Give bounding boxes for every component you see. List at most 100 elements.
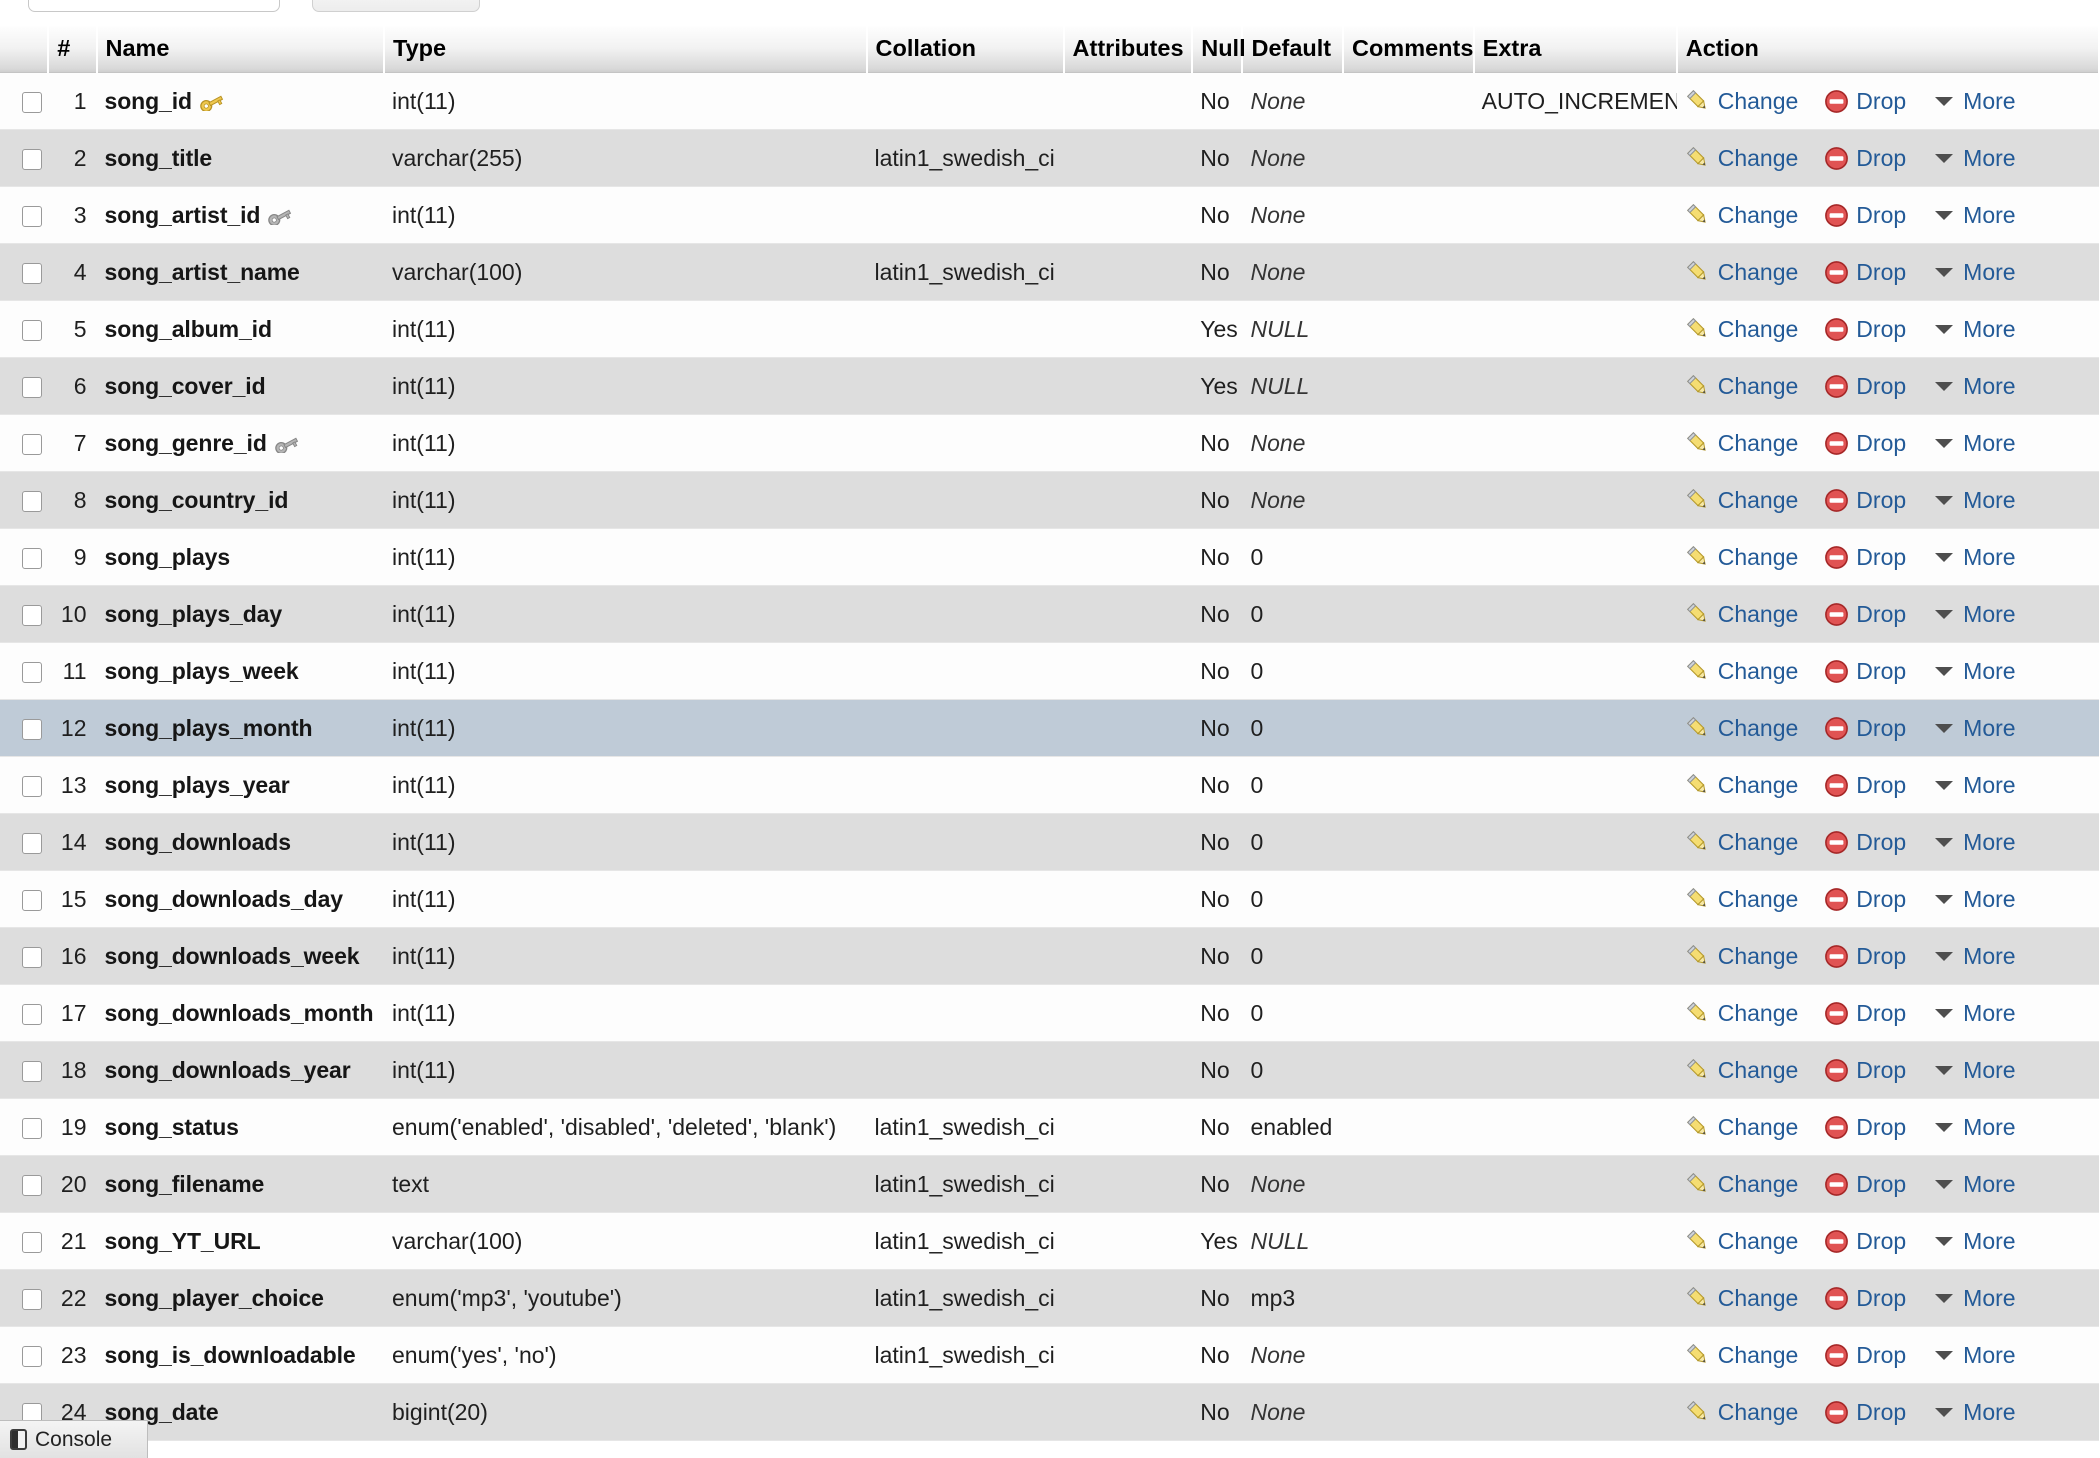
row-checkbox[interactable] (22, 889, 43, 911)
drop-link[interactable]: Drop (1824, 715, 1906, 742)
console-bar[interactable]: Console (0, 1420, 148, 1458)
row-checkbox-cell[interactable] (0, 927, 49, 985)
table-row[interactable]: 13 song_plays_year int(11) No 0 Change Drop Mor… (0, 756, 2099, 814)
drop-link[interactable]: Drop (1824, 544, 1906, 571)
more-link[interactable]: More (1932, 1342, 2016, 1369)
row-checkbox[interactable] (22, 1117, 43, 1139)
change-link[interactable]: Change (1685, 829, 1798, 856)
more-link[interactable]: More (1932, 88, 2016, 115)
table-row[interactable]: 11 song_plays_week int(11) No 0 Change Drop Mor… (0, 642, 2099, 700)
structure-table-scroll[interactable]: # Name Type Collation Attributes Null De… (0, 26, 2100, 1458)
table-row[interactable]: 23 song_is_downloadable enum('yes', 'no') l… (0, 1326, 2099, 1384)
row-checkbox[interactable] (22, 1060, 43, 1082)
header-attributes[interactable]: Attributes (1063, 26, 1194, 73)
header-name[interactable]: Name (96, 26, 385, 73)
drop-link[interactable]: Drop (1824, 943, 1906, 970)
table-row[interactable]: 4 song_artist_name varchar(100) latin1_swed… (0, 243, 2099, 301)
table-row[interactable]: 14 song_downloads int(11) No 0 Change Drop More (0, 813, 2099, 871)
table-row[interactable]: 5 song_album_id int(11) Yes NULL Change Drop Mo… (0, 300, 2099, 358)
more-link[interactable]: More (1932, 1057, 2016, 1084)
row-checkbox-cell[interactable] (0, 642, 49, 700)
drop-link[interactable]: Drop (1824, 886, 1906, 913)
header-number[interactable]: # (48, 26, 98, 73)
row-checkbox[interactable] (22, 205, 43, 227)
row-checkbox-cell[interactable] (0, 243, 49, 301)
row-checkbox-cell[interactable] (0, 186, 49, 244)
table-row[interactable]: 9 song_plays int(11) No 0 Change Drop More (0, 528, 2099, 586)
table-row[interactable]: 6 song_cover_id int(11) Yes NULL Change Drop Mo… (0, 357, 2099, 415)
drop-link[interactable]: Drop (1824, 1285, 1906, 1312)
row-checkbox-cell[interactable] (0, 585, 49, 643)
more-link[interactable]: More (1932, 145, 2016, 172)
table-row[interactable]: 21 song_YT_URL varchar(100) latin1_swedish_… (0, 1212, 2099, 1270)
change-link[interactable]: Change (1685, 601, 1798, 628)
change-link[interactable]: Change (1685, 1228, 1798, 1255)
row-checkbox[interactable] (22, 1231, 43, 1253)
more-link[interactable]: More (1932, 772, 2016, 799)
header-select-all[interactable] (0, 26, 50, 73)
more-link[interactable]: More (1932, 487, 2016, 514)
more-link[interactable]: More (1932, 1285, 2016, 1312)
row-checkbox[interactable] (22, 262, 43, 284)
change-link[interactable]: Change (1685, 259, 1798, 286)
more-link[interactable]: More (1932, 943, 2016, 970)
drop-link[interactable]: Drop (1824, 1228, 1906, 1255)
toolbar-button[interactable] (312, 0, 480, 12)
table-row[interactable]: 18 song_downloads_year int(11) No 0 Change Dro… (0, 1041, 2099, 1099)
drop-link[interactable]: Drop (1824, 202, 1906, 229)
row-checkbox-cell[interactable] (0, 870, 49, 928)
row-checkbox[interactable] (22, 433, 43, 455)
more-link[interactable]: More (1932, 373, 2016, 400)
header-default[interactable]: Default (1242, 26, 1344, 73)
row-checkbox[interactable] (22, 148, 43, 170)
change-link[interactable]: Change (1685, 202, 1798, 229)
change-link[interactable]: Change (1685, 1114, 1798, 1141)
table-row[interactable]: 2 song_title varchar(255) latin1_swedish_ci… (0, 129, 2099, 187)
drop-link[interactable]: Drop (1824, 259, 1906, 286)
more-link[interactable]: More (1932, 1114, 2016, 1141)
row-checkbox-cell[interactable] (0, 72, 49, 130)
table-row[interactable]: 20 song_filename text latin1_swedish_ci No No… (0, 1155, 2099, 1213)
more-link[interactable]: More (1932, 544, 2016, 571)
drop-link[interactable]: Drop (1824, 772, 1906, 799)
row-checkbox-cell[interactable] (0, 1326, 49, 1384)
change-link[interactable]: Change (1685, 1057, 1798, 1084)
row-checkbox[interactable] (22, 661, 43, 683)
more-link[interactable]: More (1932, 829, 2016, 856)
table-row[interactable]: 3 song_artist_id int(11) No None Change Drop Mo… (0, 186, 2099, 244)
change-link[interactable]: Change (1685, 316, 1798, 343)
change-link[interactable]: Change (1685, 544, 1798, 571)
drop-link[interactable]: Drop (1824, 1000, 1906, 1027)
more-link[interactable]: More (1932, 1399, 2016, 1426)
row-checkbox-cell[interactable] (0, 813, 49, 871)
row-checkbox[interactable] (22, 718, 43, 740)
row-checkbox-cell[interactable] (0, 129, 49, 187)
row-checkbox[interactable] (22, 91, 43, 113)
drop-link[interactable]: Drop (1824, 601, 1906, 628)
table-row[interactable]: 7 song_genre_id int(11) No None Change Drop Mor… (0, 414, 2099, 472)
change-link[interactable]: Change (1685, 1000, 1798, 1027)
row-checkbox[interactable] (22, 1003, 43, 1025)
drop-link[interactable]: Drop (1824, 88, 1906, 115)
change-link[interactable]: Change (1685, 886, 1798, 913)
more-link[interactable]: More (1932, 658, 2016, 685)
change-link[interactable]: Change (1685, 430, 1798, 457)
drop-link[interactable]: Drop (1824, 487, 1906, 514)
row-checkbox[interactable] (22, 946, 43, 968)
row-checkbox-cell[interactable] (0, 300, 49, 358)
drop-link[interactable]: Drop (1824, 1114, 1906, 1141)
row-checkbox-cell[interactable] (0, 1155, 49, 1213)
row-checkbox[interactable] (22, 319, 43, 341)
table-row[interactable]: 8 song_country_id int(11) No None Change Drop M… (0, 471, 2099, 529)
row-checkbox-cell[interactable] (0, 756, 49, 814)
row-checkbox[interactable] (22, 775, 43, 797)
drop-link[interactable]: Drop (1824, 658, 1906, 685)
more-link[interactable]: More (1932, 1228, 2016, 1255)
row-checkbox-cell[interactable] (0, 357, 49, 415)
table-row[interactable]: 15 song_downloads_day int(11) No 0 Change Drop… (0, 870, 2099, 928)
row-checkbox-cell[interactable] (0, 471, 49, 529)
change-link[interactable]: Change (1685, 373, 1798, 400)
row-checkbox[interactable] (22, 604, 43, 626)
row-checkbox[interactable] (22, 1174, 43, 1196)
more-link[interactable]: More (1932, 316, 2016, 343)
